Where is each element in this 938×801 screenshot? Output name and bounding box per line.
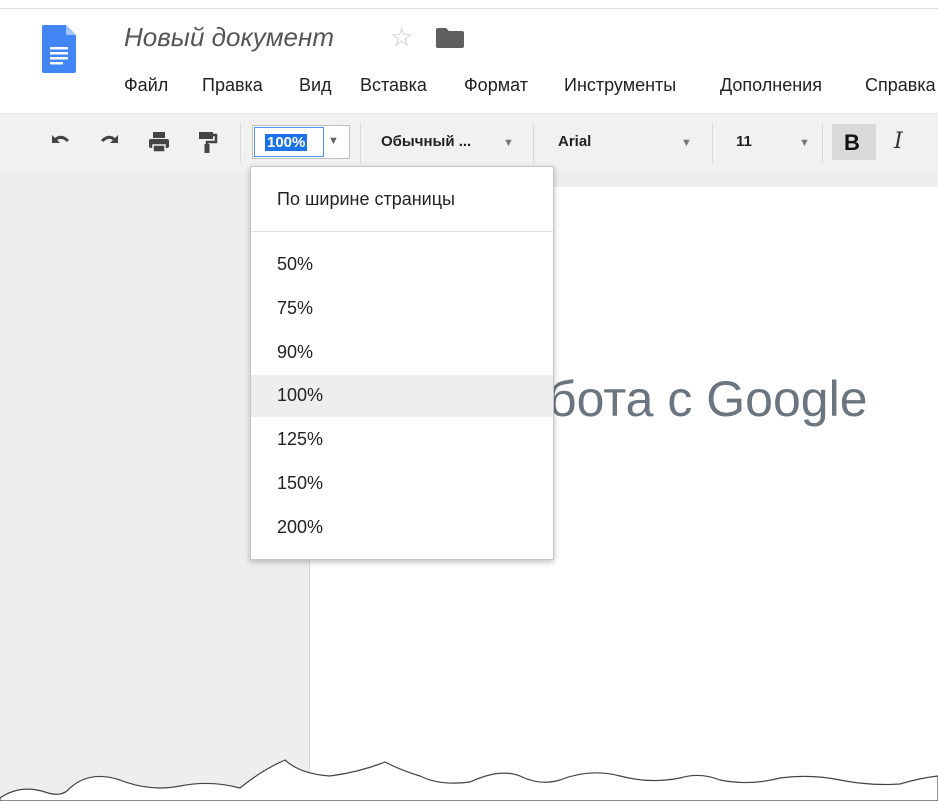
toolbar-divider	[360, 123, 361, 163]
torn-edge-decoration	[0, 759, 938, 801]
zoom-option[interactable]: 200%	[251, 507, 553, 549]
chevron-down-icon[interactable]: ▼	[328, 135, 339, 147]
zoom-option[interactable]: 90%	[251, 332, 553, 374]
menu-view[interactable]: Вид	[299, 75, 332, 96]
document-heading-text[interactable]: бота с Google	[548, 370, 868, 428]
toolbar-divider	[712, 123, 713, 163]
zoom-option[interactable]: 50%	[251, 244, 553, 286]
document-title[interactable]: Новый документ	[124, 22, 334, 53]
zoom-option[interactable]: 150%	[251, 463, 553, 505]
toolbar-divider	[822, 123, 823, 163]
menu-tools[interactable]: Инструменты	[564, 75, 676, 96]
zoom-value: 100%	[265, 134, 308, 151]
undo-icon[interactable]	[50, 131, 72, 153]
chevron-down-icon[interactable]: ▼	[799, 137, 810, 149]
menu-addons[interactable]: Дополнения	[720, 75, 822, 96]
star-outline-icon[interactable]: ☆	[390, 22, 413, 52]
toolbar-divider	[240, 123, 241, 163]
zoom-option-selected[interactable]: 100%	[251, 375, 553, 417]
bold-button[interactable]: B	[832, 124, 876, 160]
folder-icon[interactable]	[436, 28, 464, 48]
menu-edit[interactable]: Правка	[202, 75, 263, 96]
zoom-dropdown-menu: По ширине страницы 50% 75% 90% 100% 125%…	[250, 166, 554, 560]
bold-icon: B	[844, 130, 860, 155]
zoom-option-fit-width[interactable]: По ширине страницы	[277, 189, 455, 210]
italic-icon: I	[894, 129, 903, 154]
menu-file[interactable]: Файл	[124, 75, 168, 96]
menu-insert[interactable]: Вставка	[360, 75, 427, 96]
toolbar-divider	[533, 123, 534, 163]
menu-divider	[251, 231, 553, 232]
paint-format-icon[interactable]	[196, 131, 218, 153]
zoom-input[interactable]: 100%	[254, 127, 324, 157]
font-size-select[interactable]: 11	[736, 133, 752, 150]
print-icon[interactable]	[148, 131, 170, 153]
zoom-select[interactable]: 100% ▼	[252, 125, 350, 159]
zoom-option[interactable]: 75%	[251, 288, 553, 330]
chevron-down-icon[interactable]: ▼	[681, 137, 692, 149]
zoom-option[interactable]: 125%	[251, 419, 553, 461]
italic-button[interactable]: I	[888, 124, 928, 160]
paragraph-style-select[interactable]: Обычный ...	[381, 133, 471, 150]
docs-file-icon[interactable]	[42, 25, 76, 73]
menu-help[interactable]: Справка	[865, 75, 936, 96]
font-family-select[interactable]: Arial	[558, 133, 591, 150]
chevron-down-icon[interactable]: ▼	[503, 137, 514, 149]
menu-format[interactable]: Формат	[464, 75, 528, 96]
redo-icon[interactable]	[98, 131, 120, 153]
window-top-edge	[0, 0, 938, 9]
